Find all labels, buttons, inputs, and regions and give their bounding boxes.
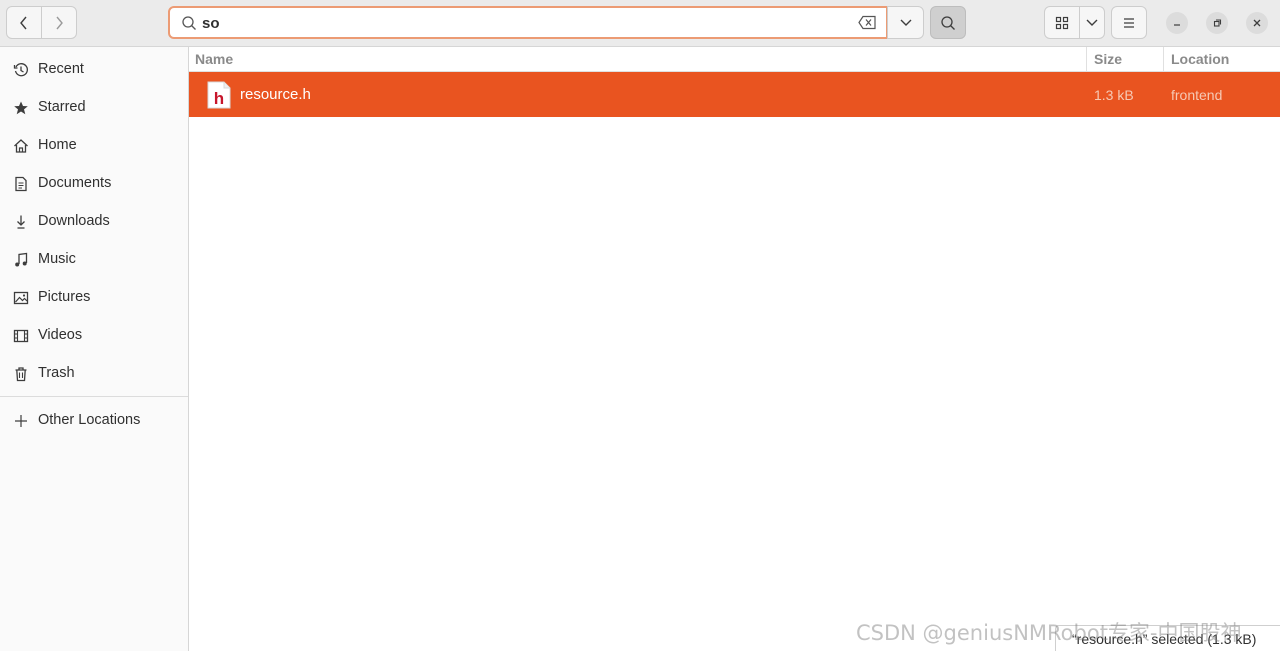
main-menu-button[interactable] (1111, 6, 1147, 39)
file-location: frontend (1171, 87, 1223, 103)
picture-icon (13, 291, 29, 305)
sidebar-item-music[interactable]: Music (0, 240, 188, 278)
minimize-button[interactable] (1166, 12, 1188, 34)
clear-search-icon[interactable] (858, 15, 876, 30)
grid-icon (1055, 16, 1069, 29)
sidebar-item-label: Videos (38, 327, 83, 343)
chevron-down-icon (900, 19, 911, 26)
clock-icon (13, 63, 28, 77)
file-name: resource.h (240, 86, 311, 103)
table-row[interactable]: h resource.h 1.3 kB frontend (189, 72, 1280, 117)
file-size: 1.3 kB (1094, 87, 1134, 103)
column-location[interactable]: Location (1163, 47, 1280, 72)
search-icon (182, 16, 196, 30)
close-icon (1253, 19, 1261, 27)
sidebar-item-recent[interactable]: Recent (0, 50, 188, 88)
download-icon (17, 215, 25, 229)
sidebar-item-trash[interactable]: Trash (0, 354, 188, 392)
sidebar-separator (0, 396, 188, 397)
forward-button[interactable] (41, 6, 77, 39)
star-icon (14, 101, 28, 115)
chevron-left-icon (20, 16, 27, 29)
video-icon (13, 329, 29, 343)
search-box[interactable] (168, 6, 888, 39)
sidebar-item-label: Pictures (38, 289, 91, 305)
sidebar: Recent Starred Home Documents Downloads … (0, 47, 189, 651)
sidebar-item-label: Recent (38, 61, 84, 77)
document-icon (15, 176, 27, 192)
sidebar-item-downloads[interactable]: Downloads (0, 202, 188, 240)
grid-view-button[interactable] (1044, 6, 1080, 39)
file-list: Name Size Location h resource.h 1.3 kB f… (189, 47, 1280, 651)
search-toggle-button[interactable] (930, 6, 966, 39)
sidebar-item-label: Home (38, 137, 77, 153)
sidebar-item-label: Music (38, 251, 76, 267)
home-icon (14, 139, 28, 153)
sidebar-item-label: Downloads (38, 213, 110, 229)
sidebar-item-home[interactable]: Home (0, 126, 188, 164)
minimize-icon (1174, 24, 1180, 26)
plus-icon (15, 415, 27, 427)
column-name[interactable]: Name (195, 47, 1085, 72)
sidebar-item-label: Starred (38, 99, 86, 115)
column-size[interactable]: Size (1086, 47, 1163, 72)
column-header: Name Size Location (189, 47, 1280, 72)
search-filter-dropdown[interactable] (887, 6, 924, 39)
status-bar: “resource.h” selected (1.3 kB) (1055, 625, 1280, 651)
chevron-down-icon (1086, 19, 1098, 26)
back-button[interactable] (6, 6, 42, 39)
hamburger-icon (1124, 17, 1134, 28)
sidebar-item-videos[interactable]: Videos (0, 316, 188, 354)
trash-icon (15, 367, 27, 382)
sidebar-item-documents[interactable]: Documents (0, 164, 188, 202)
header-bar (0, 0, 1280, 47)
chevron-right-icon (56, 16, 63, 29)
file-type-letter: h (214, 89, 224, 108)
text-file-icon: h (206, 81, 231, 109)
sidebar-item-label: Other Locations (38, 412, 141, 428)
search-icon (941, 15, 955, 30)
music-icon (15, 252, 28, 267)
sidebar-item-other-locations[interactable]: Other Locations (0, 401, 188, 439)
search-input[interactable] (202, 13, 842, 33)
restore-icon (1213, 19, 1222, 27)
sidebar-item-starred[interactable]: Starred (0, 88, 188, 126)
sidebar-item-pictures[interactable]: Pictures (0, 278, 188, 316)
sidebar-item-label: Documents (38, 175, 112, 191)
close-button[interactable] (1246, 12, 1268, 34)
sidebar-item-label: Trash (38, 365, 75, 381)
view-options-dropdown[interactable] (1079, 6, 1105, 39)
maximize-button[interactable] (1206, 12, 1228, 34)
